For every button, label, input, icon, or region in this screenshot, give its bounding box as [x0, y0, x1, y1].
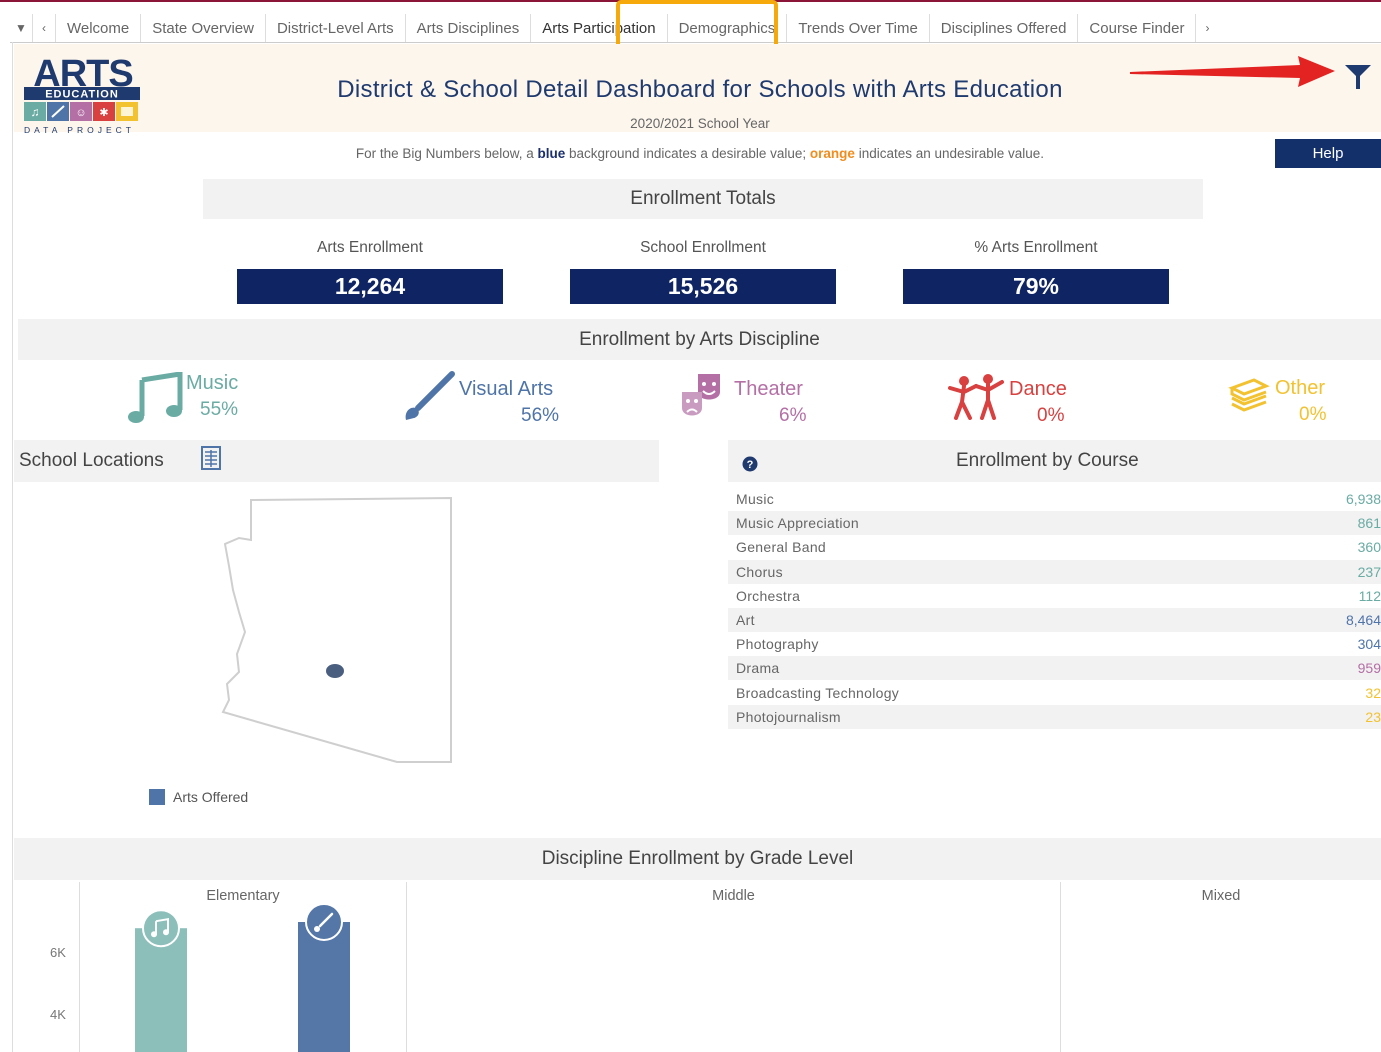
panel-divider	[406, 882, 407, 1052]
course-name: Music	[736, 491, 775, 507]
discipline-dance-pct: 0%	[1037, 405, 1065, 426]
discipline-visual-arts-name: Visual Arts	[459, 378, 554, 400]
red-arrow-annotation	[1130, 56, 1335, 87]
table-view-icon[interactable]	[201, 446, 221, 470]
course-enrollment-value: 112	[1358, 587, 1381, 604]
enrollment-by-course-title: Enrollment by Course	[956, 450, 1139, 471]
course-name: Photography	[736, 636, 819, 653]
course-enrollment-value: 959	[1357, 660, 1381, 677]
course-row[interactable]: Broadcasting Technology 32	[728, 681, 1381, 705]
course-row[interactable]: Photojournalism 23	[728, 704, 1381, 729]
course-enrollment-value: 861	[1357, 515, 1381, 532]
tab-trends-over-time[interactable]: Trends Over Time	[787, 14, 930, 42]
discipline-theater-name: Theater	[734, 378, 803, 400]
panel-mixed-title: Mixed	[1201, 888, 1241, 904]
books-icon	[1228, 378, 1270, 412]
tab-welcome[interactable]: Welcome	[56, 14, 142, 42]
course-name: Art	[736, 612, 755, 628]
tab-scroll-left-icon[interactable]: ‹	[33, 14, 56, 42]
tab-disciplines-offered[interactable]: Disciplines Offered	[930, 14, 1079, 42]
course-name: Photojournalism	[736, 708, 841, 725]
course-row[interactable]: Music 6,938	[728, 487, 1381, 511]
pct-arts-enrollment-label: % Arts Enrollment	[974, 239, 1098, 256]
arts-enrollment-value: 12,264	[237, 269, 503, 304]
course-enrollment-value: 32	[1365, 684, 1381, 701]
dancers-icon	[948, 374, 1004, 420]
tab-arts-disciplines[interactable]: Arts Disciplines	[406, 14, 532, 42]
bar-visual-arts[interactable]	[298, 922, 350, 1052]
legend-arts-offered-label: Arts Offered	[173, 789, 249, 805]
tab-state-overview[interactable]: State Overview	[141, 14, 266, 42]
course-row[interactable]: General Band 360	[728, 535, 1381, 559]
arizona-map[interactable]	[215, 494, 460, 769]
arts-enrollment-label: Arts Enrollment	[317, 239, 423, 256]
course-name: General Band	[736, 539, 826, 556]
svg-text:EDUCATION: EDUCATION	[45, 89, 119, 101]
grade-level-chart-title: Discipline Enrollment by Grade Level	[14, 838, 1381, 880]
note-blue-word: blue	[537, 146, 566, 161]
legend-arts-offered-swatch	[149, 789, 165, 805]
course-enrollment-value: 6,938	[1345, 491, 1381, 507]
arts-education-data-project-logo: ARTS EDUCATION ♫ ☺ ✱	[24, 53, 142, 136]
tab-menu-dropdown-icon[interactable]: ▼	[10, 14, 33, 42]
course-row[interactable]: Drama 959	[728, 656, 1381, 681]
course-enrollment-value: 360	[1357, 539, 1381, 556]
course-enrollment-value: 8,464	[1345, 612, 1381, 628]
theater-masks-icon	[682, 374, 720, 416]
discipline-other-pct: 0%	[1299, 404, 1327, 425]
course-name: Broadcasting Technology	[736, 684, 900, 701]
course-row[interactable]: Art 8,464	[728, 608, 1381, 632]
panel-divider	[1060, 882, 1061, 1052]
tab-district-level-arts[interactable]: District-Level Arts	[266, 14, 406, 42]
school-year: 2020/2021 School Year	[630, 116, 770, 131]
note-orange-word: orange	[809, 146, 855, 161]
course-row[interactable]: Photography 304	[728, 632, 1381, 656]
course-name: Orchestra	[736, 587, 801, 604]
y-tick-4k: 4K	[50, 1007, 66, 1022]
paintbrush-icon	[405, 371, 455, 420]
enrollment-totals-heading: Enrollment Totals	[203, 179, 1203, 219]
course-name: Music Appreciation	[736, 515, 859, 532]
logo-subtext: DATA PROJECT	[24, 125, 135, 135]
school-locations-title: School Locations	[19, 450, 164, 471]
elementary-bar-chart	[135, 905, 350, 1052]
course-name: Drama	[736, 660, 780, 677]
filter-icon[interactable]	[1343, 62, 1373, 92]
discipline-theater-pct: 6%	[779, 405, 807, 426]
music-note-icon-badge	[142, 909, 180, 948]
discipline-music-name: Music	[186, 372, 239, 394]
course-row[interactable]: Orchestra 112	[728, 584, 1381, 608]
pct-arts-enrollment-value: 79%	[903, 269, 1169, 304]
svg-text:☺: ☺	[75, 107, 86, 119]
discipline-visual-arts-pct: 56%	[521, 405, 560, 426]
course-enrollment-value: 23	[1365, 708, 1381, 725]
enrollment-by-discipline-heading: Enrollment by Arts Discipline	[18, 319, 1381, 360]
course-row[interactable]: Music Appreciation 861	[728, 511, 1381, 536]
school-enrollment-label: School Enrollment	[640, 239, 766, 256]
big-numbers-note: For the Big Numbers below, a blue backgr…	[355, 146, 1045, 161]
svg-text:♫: ♫	[31, 105, 40, 119]
school-location-marker	[326, 664, 344, 678]
panel-elementary-title: Elementary	[206, 888, 280, 904]
music-note-icon	[128, 372, 183, 423]
page-title: District & School Detail Dashboard for S…	[337, 76, 1063, 103]
tab-scroll-right-icon[interactable]: ›	[1196, 14, 1218, 42]
course-enrollment-value: 304	[1357, 636, 1381, 653]
discipline-other-name: Other	[1275, 377, 1326, 399]
course-row[interactable]: Chorus 237	[728, 559, 1381, 584]
discipline-dance-name: Dance	[1009, 378, 1067, 400]
svg-text:?: ?	[747, 459, 754, 471]
panel-middle-title: Middle	[712, 888, 755, 904]
school-enrollment-value: 15,526	[570, 269, 836, 304]
help-button[interactable]: Help	[1275, 139, 1381, 168]
course-name: Chorus	[736, 563, 783, 580]
left-border	[12, 42, 13, 1052]
tab-course-finder[interactable]: Course Finder	[1078, 14, 1197, 42]
discipline-music-pct: 55%	[200, 399, 239, 420]
y-tick-6k: 6K	[50, 945, 66, 960]
svg-text:✱: ✱	[99, 107, 108, 119]
info-icon[interactable]: ?	[742, 456, 758, 472]
course-enrollment-value: 237	[1357, 563, 1381, 580]
